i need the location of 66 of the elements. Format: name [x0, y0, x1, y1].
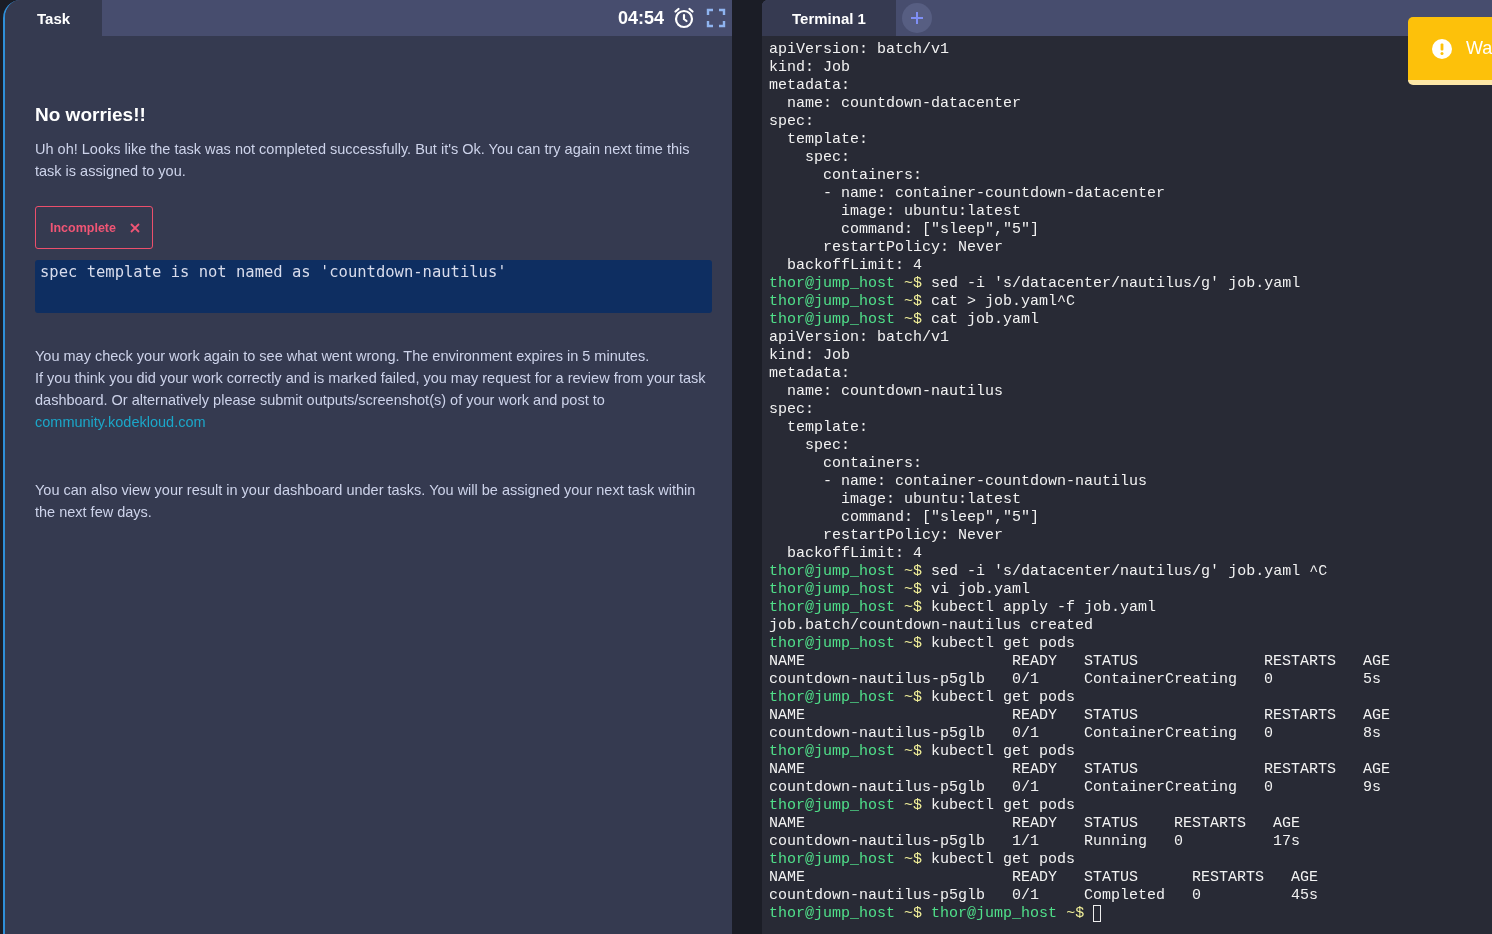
terminal-output-line: restartPolicy: Never: [822, 527, 1004, 545]
terminal-tab[interactable]: Terminal 1: [762, 0, 896, 36]
terminal-output-line: NAME READY STATUS RESTARTS AGE: [769, 707, 1391, 725]
terminal-output-line: spec:: [769, 401, 814, 419]
close-icon: [130, 222, 140, 233]
terminal-prompt-line: thor@jump_host ~$ sed -i 's/datacenter/nautilus/g' job.yaml ^C: [769, 563, 1328, 581]
terminal-output-line: countdown-nautilus-p5glb 0/1 ContainerCreating 0 5s: [769, 671, 1382, 689]
terminal-output-line: countdown-nautilus-p5glb 0/1 ContainerCreating 0 8s: [769, 725, 1382, 743]
terminal-output-line: template:: [786, 131, 869, 149]
terminal-output-line: template:: [786, 419, 869, 437]
toast-text: Wa: [1466, 38, 1492, 59]
task-tab[interactable]: Task: [5, 0, 103, 36]
terminal-output-line: countdown-nautilus-p5glb 0/1 ContainerCreating 0 9s: [769, 779, 1382, 797]
terminal-output-line: command: ["sleep","5"]: [840, 509, 1040, 527]
add-terminal-button[interactable]: [901, 3, 932, 33]
terminal-output-line: countdown-nautilus-p5glb 0/1 Completed 0 45s: [769, 887, 1319, 905]
terminal-output-line: name: countdown-datacenter: [786, 95, 1022, 113]
terminal-output-line: apiVersion: batch/v1: [769, 41, 950, 59]
terminal-prompt-line: thor@jump_host ~$ thor@jump_host ~$: [769, 905, 1102, 923]
terminal-prompt-line: thor@jump_host ~$ vi job.yaml: [769, 581, 1031, 599]
terminal-prompt-line: thor@jump_host ~$ cat job.yaml: [769, 311, 1040, 329]
terminal-output-line: apiVersion: batch/v1: [769, 329, 950, 347]
terminal-output-line: restartPolicy: Never: [822, 239, 1004, 257]
timer: 04:54: [617, 7, 664, 29]
terminal-prompt-line: thor@jump_host ~$ kubectl get pods: [769, 689, 1076, 707]
terminal-output-line: kind: Job: [769, 59, 850, 77]
terminal-prompt-line: thor@jump_host ~$ sed -i 's/datacenter/nautilus/g' job.yaml: [769, 275, 1301, 293]
result-heading: No worries!!: [35, 104, 147, 126]
result-message: Uh oh! Looks like the task was not completed successfully. But it's Ok. You can try again next time this task is assigned to you.: [35, 140, 691, 181]
badge-label: Incomplete: [50, 220, 116, 235]
alarm-clock-icon: [672, 6, 696, 30]
terminal-output-line: spec:: [804, 437, 850, 455]
terminal-output-line: metadata:: [769, 77, 850, 95]
terminal-output-line: name: countdown-nautilus: [786, 383, 1004, 401]
terminal-output-line: metadata:: [769, 365, 850, 383]
terminal-output-line: spec:: [769, 113, 814, 131]
terminal-prompt-line: thor@jump_host ~$ kubectl get pods: [769, 797, 1076, 815]
terminal-output-line: command: ["sleep","5"]: [840, 221, 1040, 239]
terminal-output-line: containers:: [822, 455, 923, 473]
terminal-output-line: - name: container-countdown-datacenter: [822, 185, 1166, 203]
terminal-output-line: image: ubuntu:latest: [840, 203, 1022, 221]
terminal-prompt-line: thor@jump_host ~$ kubectl apply -f job.yaml: [769, 599, 1157, 617]
terminal-prompt-line: thor@jump_host ~$ kubectl get pods: [769, 635, 1076, 653]
terminal-output-line: NAME READY STATUS RESTARTS AGE: [769, 653, 1391, 671]
terminal-output-line: backoffLimit: 4: [786, 545, 923, 563]
terminal-output-line: NAME READY STATUS RESTARTS AGE: [769, 815, 1301, 833]
terminal-prompt-line: thor@jump_host ~$ kubectl get pods: [769, 743, 1076, 761]
terminal-output-line: image: ubuntu:latest: [840, 491, 1022, 509]
notice-paragraph: You may check your work again to see what went wrong. The environment expires in 5 minutes. If you think you did your work correctly and is marked failed, you may request for a review from your task dashboard. Or alternatively please submit outputs/screenshot(s) of your work and post to community.kodekloud.com: [35, 347, 707, 432]
community-link[interactable]: community.kodekloud.com: [35, 414, 206, 430]
terminal-output-line: spec:: [804, 149, 850, 167]
terminal-output-line: containers:: [822, 167, 923, 185]
fullscreen-icon[interactable]: [706, 8, 726, 28]
terminal-output-line: job.batch/countdown-nautilus created: [769, 617, 1094, 635]
footer-paragraph: You can also view your result in your dashboard under tasks. You will be assigned your next task within the next few days.: [35, 481, 697, 522]
terminal-output-line: - name: container-countdown-nautilus: [822, 473, 1148, 491]
terminal-prompt-line: thor@jump_host ~$ kubectl get pods: [769, 851, 1076, 869]
terminal-output-line: countdown-nautilus-p5glb 1/1 Running 0 17s: [769, 833, 1301, 851]
terminal-output-line: NAME READY STATUS RESTARTS AGE: [769, 869, 1319, 887]
plus-icon: [909, 11, 924, 25]
terminal-prompt-line: thor@jump_host ~$ cat > job.yaml^C: [769, 293, 1076, 311]
warning-icon: [1432, 38, 1452, 59]
terminal-output-line: NAME READY STATUS RESTARTS AGE: [769, 761, 1391, 779]
terminal-output-line: backoffLimit: 4: [786, 257, 923, 275]
terminal-output-line: kind: Job: [769, 347, 850, 365]
error-message: spec template is not named as 'countdown-nautilus': [35, 260, 712, 313]
